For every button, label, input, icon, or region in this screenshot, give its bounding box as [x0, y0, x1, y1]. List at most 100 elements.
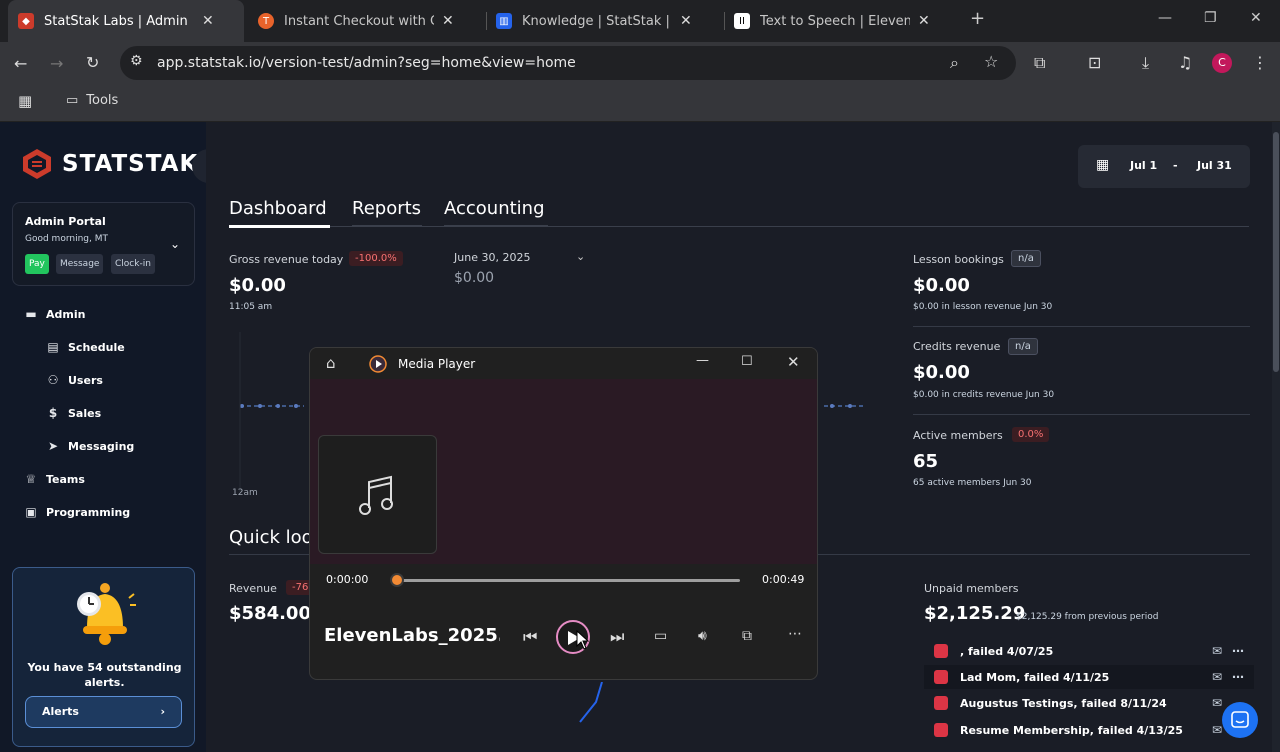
- menu-kebab-icon[interactable]: ⋮: [1252, 53, 1268, 72]
- unpaid-row[interactable]: Resume Membership, failed 4/13/25 ✉: [924, 718, 1254, 742]
- date-range-picker[interactable]: ▦ Jul 1 - Jul 31: [1078, 145, 1250, 188]
- seek-thumb[interactable]: [390, 573, 404, 587]
- calendar-icon: ▦: [1096, 157, 1110, 173]
- close-tab-icon[interactable]: ✕: [202, 13, 214, 29]
- nav-teams[interactable]: ♕ Teams: [24, 472, 85, 486]
- home-icon[interactable]: ⌂: [326, 354, 336, 372]
- chart-x-label: 12am: [232, 488, 258, 498]
- nav-users[interactable]: ⚇ Users: [46, 373, 103, 387]
- failed-status-icon: [934, 670, 948, 684]
- miniplayer-icon[interactable]: ⧉: [742, 628, 752, 644]
- nav-sales[interactable]: $ Sales: [46, 406, 101, 420]
- media-player-title: Media Player: [398, 357, 476, 371]
- gross-revenue-value: $0.00: [229, 275, 286, 296]
- browser-tab-bar: ◆ StatStak Labs | Admin ✕ T Instant Chec…: [0, 0, 1280, 42]
- admin-portal-card: Admin Portal Good morning, MT ⌄ Pay Mess…: [12, 202, 195, 286]
- mail-icon[interactable]: ✉: [1212, 696, 1222, 710]
- message-button[interactable]: Message: [56, 254, 104, 274]
- next-icon[interactable]: ⏭: [610, 627, 624, 647]
- seek-bar[interactable]: [396, 579, 740, 582]
- nav-programming[interactable]: ▣ Programming: [24, 505, 130, 519]
- clock-in-button[interactable]: Clock-in: [111, 254, 155, 274]
- quick-revenue-value: $584.00: [229, 603, 311, 624]
- intercom-chat-button[interactable]: [1222, 702, 1258, 738]
- lesson-bookings-badge: n/a: [1011, 250, 1041, 267]
- statstak-favicon-icon: ◆: [18, 13, 34, 29]
- nav-messaging[interactable]: ➤ Messaging: [46, 439, 134, 453]
- more-options-icon[interactable]: ⋯: [1232, 670, 1244, 684]
- tab-statstak-admin[interactable]: ◆ StatStak Labs | Admin ✕: [8, 0, 244, 42]
- volume-icon[interactable]: 🔊︎: [698, 628, 707, 644]
- brand-name: STATSTAK: [62, 151, 199, 177]
- active-members-badge: 0.0%: [1012, 427, 1050, 442]
- chevron-down-icon[interactable]: ⌄: [576, 250, 585, 263]
- close-icon[interactable]: ✕: [787, 353, 800, 371]
- chevron-down-icon[interactable]: ⌄: [170, 237, 180, 251]
- profile-avatar[interactable]: C: [1212, 53, 1232, 73]
- tab-accounting[interactable]: Accounting: [444, 198, 545, 219]
- tab-instant-checkout[interactable]: T Instant Checkout with Credit Ca ✕: [248, 6, 484, 36]
- bookmarks-bar: ▦ ▭ Tools: [0, 84, 1280, 122]
- credits-revenue-badge: n/a: [1008, 338, 1038, 355]
- send-icon: ➤: [47, 439, 59, 453]
- nav-schedule[interactable]: ▤ Schedule: [46, 340, 124, 354]
- captions-icon[interactable]: ▭: [654, 628, 667, 644]
- unpaid-row[interactable]: Lad Mom, failed 4/11/25 ✉ ⋯: [924, 665, 1254, 689]
- reload-icon[interactable]: ↻: [86, 53, 99, 72]
- previous-icon[interactable]: ⏮: [523, 627, 537, 647]
- close-tab-icon[interactable]: ✕: [680, 13, 692, 29]
- media-control-icon[interactable]: ♫: [1178, 53, 1192, 72]
- brand-logo[interactable]: STATSTAK: [22, 148, 198, 180]
- apps-grid-icon[interactable]: ▦: [18, 92, 32, 110]
- site-settings-icon[interactable]: ⚙: [130, 53, 143, 69]
- close-tab-icon[interactable]: ✕: [918, 13, 930, 29]
- close-window-icon[interactable]: ✕: [1250, 10, 1262, 26]
- pay-button[interactable]: Pay: [25, 254, 49, 274]
- cast-icon[interactable]: ⊡: [1088, 53, 1101, 72]
- chat-icon: [1231, 711, 1249, 728]
- date-to[interactable]: Jul 31: [1197, 159, 1232, 172]
- sidebar: STATSTAK ‹ Admin Portal Good morning, MT…: [0, 122, 226, 752]
- tab-elevenlabs[interactable]: II Text to Speech | ElevenLabs ✕: [724, 6, 960, 36]
- minimize-window-icon[interactable]: —: [1158, 10, 1172, 26]
- extensions-icon[interactable]: ⧉: [1034, 53, 1045, 73]
- checkout-favicon-icon: T: [258, 13, 274, 29]
- back-arrow-icon[interactable]: ←: [14, 54, 27, 73]
- alarm-bell-icon: [77, 583, 136, 645]
- maximize-icon[interactable]: ☐: [741, 354, 753, 369]
- tab-reports[interactable]: Reports: [352, 198, 421, 219]
- mail-icon[interactable]: ✉: [1212, 723, 1222, 737]
- nav-admin[interactable]: ▬ Admin: [24, 307, 85, 321]
- tab-dashboard[interactable]: Dashboard: [229, 198, 327, 219]
- tab-intercom-knowledge[interactable]: ▥ Knowledge | StatStak | Intercom ✕: [486, 6, 722, 36]
- portal-greeting: Good morning, MT: [25, 234, 108, 244]
- bookmark-star-icon[interactable]: ☆: [984, 52, 998, 71]
- url-text[interactable]: app.statstak.io/version-test/admin?seg=h…: [157, 55, 576, 71]
- mail-icon[interactable]: ✉: [1212, 670, 1222, 684]
- more-options-icon[interactable]: ⋯: [1232, 644, 1244, 658]
- mail-icon[interactable]: ✉: [1212, 644, 1222, 658]
- failed-status-icon: [934, 723, 948, 737]
- page-scrollbar[interactable]: [1272, 122, 1280, 752]
- download-icon[interactable]: ⤓: [1142, 53, 1149, 73]
- new-tab-icon[interactable]: +: [970, 8, 985, 29]
- active-members-sub: 65 active members Jun 30: [913, 478, 1032, 488]
- unpaid-row[interactable]: , failed 4/07/25 ✉ ⋯: [924, 639, 1254, 663]
- unpaid-row[interactable]: Augustus Testings, failed 8/11/24 ✉: [924, 691, 1254, 715]
- more-options-icon[interactable]: ⋯: [788, 626, 802, 642]
- media-player-app-icon: [369, 355, 387, 373]
- bookmark-tools[interactable]: ▭ Tools: [66, 93, 118, 108]
- close-tab-icon[interactable]: ✕: [442, 13, 454, 29]
- alerts-button[interactable]: Alerts ›: [25, 696, 182, 728]
- gross-revenue-label: Gross revenue today: [229, 253, 344, 266]
- zoom-icon[interactable]: ⌕: [950, 53, 959, 73]
- restore-window-icon[interactable]: ❐: [1204, 10, 1217, 26]
- scrollbar-thumb[interactable]: [1273, 132, 1279, 372]
- media-player-titlebar: ⌂ Media Player — ☐ ✕: [310, 348, 817, 379]
- forward-arrow-icon[interactable]: →: [50, 54, 63, 73]
- compare-date-select[interactable]: June 30, 2025: [454, 251, 530, 264]
- address-bar[interactable]: ⚙ app.statstak.io/version-test/admin?seg…: [120, 46, 1016, 80]
- date-from[interactable]: Jul 1: [1130, 159, 1157, 172]
- quick-revenue-label: Revenue: [229, 582, 277, 595]
- minimize-icon[interactable]: —: [696, 353, 709, 368]
